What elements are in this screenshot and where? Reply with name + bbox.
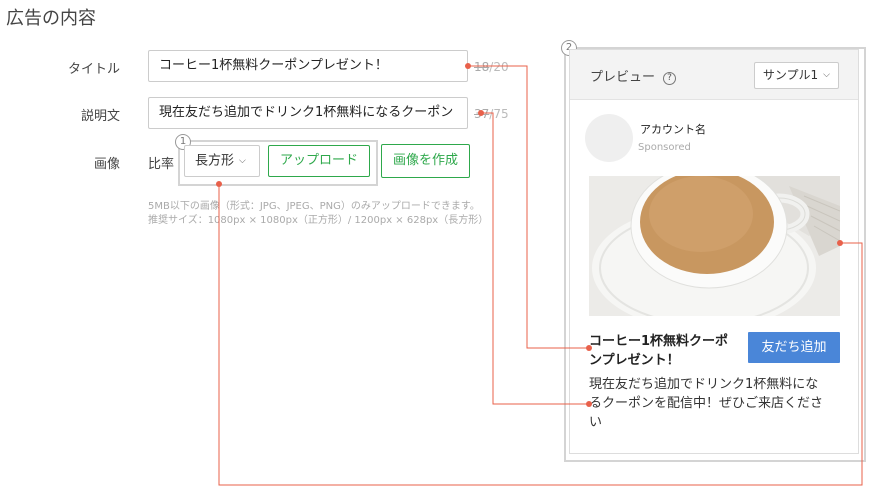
ad-title-line-1: コーヒー1杯無料クーポ [589,334,729,349]
ad-title-line-2: ンプレゼント！ [589,353,680,368]
title-label: タイトル [67,62,120,77]
sample-select[interactable]: サンプル1 ⌵ [753,62,839,89]
title-input[interactable]: コーヒー1杯無料クーポンプレゼント！ [148,50,468,82]
chevron-down-icon: ⌵ [823,70,830,80]
description-input[interactable]: 現在友だち追加でドリンク1杯無料になるクーポン [148,97,468,129]
description-max: /75 [489,107,509,121]
ad-description-line-2: るクーポンを配信中！ぜひご来店くださ [589,396,824,411]
chevron-down-icon: ⌵ [239,156,246,166]
page-heading: 広告の内容 [6,8,96,29]
image-label: 画像 [93,157,120,172]
upload-button[interactable]: アップロード [268,145,371,177]
upload-note-line-1: 5MB以下の画像（形式：JPG、JPEG、PNG）のみアップロードできます。 [148,201,480,212]
ad-image [589,176,840,316]
ad-description: 現在友だち追加でドリンク1杯無料にな るクーポンを配信中！ぜひご来店くださ い [589,375,823,432]
account-name: アカウント名 [640,123,706,136]
coffee-cup-photo [589,176,840,316]
title-char-counter: 18/20 [474,60,509,74]
preview-title: プレビュー? [590,66,677,85]
ratio-select-value: 長方形 [195,153,235,169]
sponsored-label: Sponsored [638,142,691,153]
create-image-button[interactable]: 画像を作成 [381,144,471,178]
avatar [585,114,633,162]
ratio-label: 比率 [148,157,175,172]
title-max: /20 [489,60,509,74]
description-char-counter: 37/75 [474,107,509,121]
help-circle-icon[interactable]: ? [663,72,677,85]
preview-header: プレビュー? サンプル1 ⌵ [570,50,858,100]
ratio-select[interactable]: 長方形 ⌵ [184,145,260,177]
add-friend-button[interactable]: 友だち追加 [748,332,840,363]
description-label: 説明文 [80,109,120,124]
ad-description-line-3: い [589,415,603,430]
ad-title: コーヒー1杯無料クーポ ンプレゼント！ [589,332,728,370]
description-count: 37 [474,107,490,121]
sample-select-value: サンプル1 [762,68,819,82]
ad-description-line-1: 現在友だち追加でドリンク1杯無料にな [589,377,819,392]
upload-note-line-2: 推奨サイズ：1080px × 1080px（正方形）/ 1200px × 628… [148,215,489,226]
title-count: 18 [474,60,490,74]
preview-title-text: プレビュー [590,70,656,85]
